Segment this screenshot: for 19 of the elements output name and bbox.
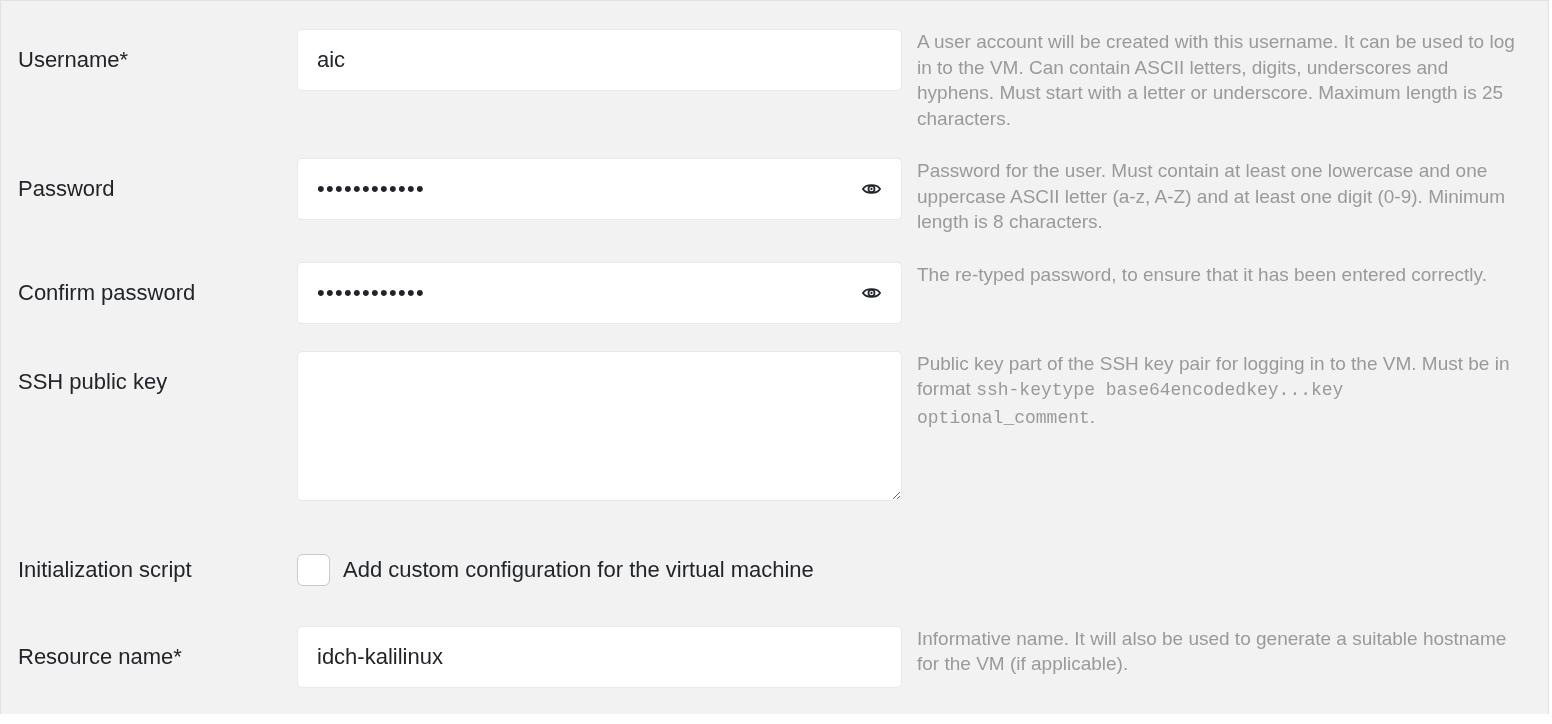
text-field[interactable]: idch-kalilinux [297,625,902,688]
checkbox-label[interactable]: Add custom configuration for the virtual machine [343,555,814,584]
text-field[interactable]: aic [297,29,902,91]
eye-icon[interactable] [862,285,881,300]
checkbox[interactable] [297,553,330,586]
help-text: Public key part of the SSH key pair for logging in to the VM. Must be in format ssh-keytype base64encodedkey...key optional_comment. [916,351,1511,430]
field-label: Confirm password [18,278,196,307]
field-label: Initialization script [18,555,192,584]
field-label: Username* [18,46,129,74]
password-field[interactable]: •••••••••••• [297,261,902,324]
password-field[interactable]: •••••••••••• [297,158,902,220]
help-text: Informative name. It will also be used to generate a suitable hostname for the VM (if applicable). [916,626,1508,676]
eye-icon[interactable] [862,182,881,196]
help-text: The re-typed password, to ensure that it has been entered correctly. [916,262,1488,287]
field-label: Resource name* [18,642,182,671]
field-label: SSH public key [18,367,168,396]
field-label: Password [18,175,115,203]
help-text: Password for the user. Must contain at least one lowercase and one uppercase ASCII letter (a-z, A-Z) and at least one digit (0-9). Minimum length is 8 characters. [916,159,1507,234]
help-text: A user account will be created with this username. It can be used to log in to the VM. Can contain ASCII letters, digits, underscores and hyphens. Must start with a letter or underscore. Maximum length is 25 characters. [916,30,1516,131]
